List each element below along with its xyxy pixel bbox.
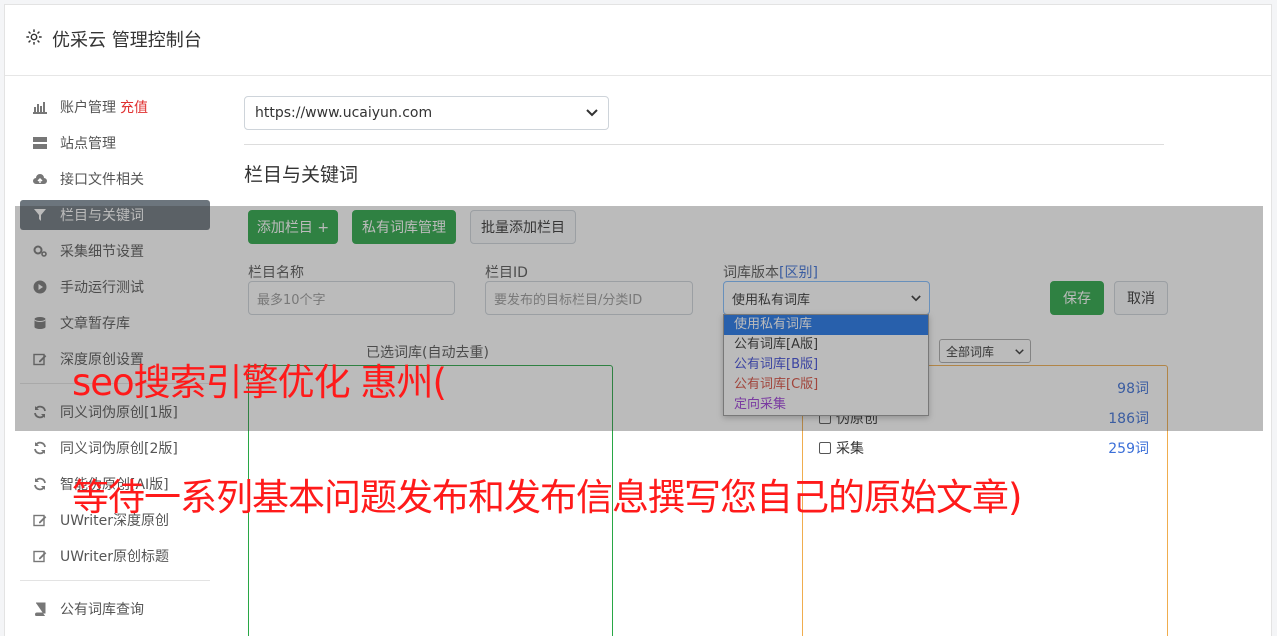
top-bar: 优采云 管理控制台: [5, 5, 1271, 76]
library-row[interactable]: 采集 259词: [819, 436, 1149, 460]
gear-icon: [25, 28, 43, 51]
book-icon: [32, 601, 48, 617]
sidebar-item-label: 同义词伪原创[2版]: [60, 441, 178, 457]
sidebar-item-a-1[interactable]: 站点管理: [20, 128, 210, 158]
brand[interactable]: 优采云 管理控制台: [25, 26, 202, 52]
section-title: 栏目与关键词: [244, 164, 359, 186]
site-select-value: https://www.ucaiyun.com: [255, 105, 433, 121]
sidebar-item-b-1[interactable]: 同义词伪原创[2版]: [20, 433, 210, 463]
sidebar-divider: [20, 580, 210, 581]
sidebar-item-b-4[interactable]: UWriter原创标题: [20, 541, 210, 571]
sidebar-item-a-0[interactable]: 账户管理 充值: [20, 92, 210, 122]
watermark-line-2: 等待一系列基本问题发布和发布信息撰写您自己的原始文章): [72, 476, 1022, 519]
sidebar-item-label: 站点管理: [60, 136, 116, 152]
library-count: 259词: [1108, 441, 1149, 457]
sidebar-item-a-2[interactable]: 接口文件相关: [20, 164, 210, 194]
watermark-line-1: seo搜索引擎优化 惠州(: [72, 361, 447, 404]
server-icon: [32, 135, 48, 151]
recharge-link[interactable]: 充值: [120, 97, 148, 117]
sidebar-item-label: 账户管理: [60, 100, 116, 116]
app-title: 优采云 管理控制台: [52, 30, 202, 51]
divider: [244, 144, 1164, 145]
sidebar-item-label: UWriter原创标题: [60, 549, 169, 565]
checkbox[interactable]: [819, 442, 831, 454]
site-select[interactable]: https://www.ucaiyun.com: [244, 96, 609, 130]
cloud-upload-icon: [32, 171, 48, 187]
refresh-icon: [32, 440, 48, 456]
sidebar-item-c-0[interactable]: 公有词库查询: [20, 594, 210, 624]
edit-icon: [32, 548, 48, 564]
chevron-down-icon: [586, 105, 598, 121]
sidebar-item-label: 接口文件相关: [60, 172, 144, 188]
edit-icon: [32, 512, 48, 528]
bar-chart-icon: [32, 99, 48, 115]
sidebar-item-label: 公有词库查询: [60, 602, 144, 618]
library-label: 采集: [836, 441, 864, 457]
refresh-icon: [32, 476, 48, 492]
